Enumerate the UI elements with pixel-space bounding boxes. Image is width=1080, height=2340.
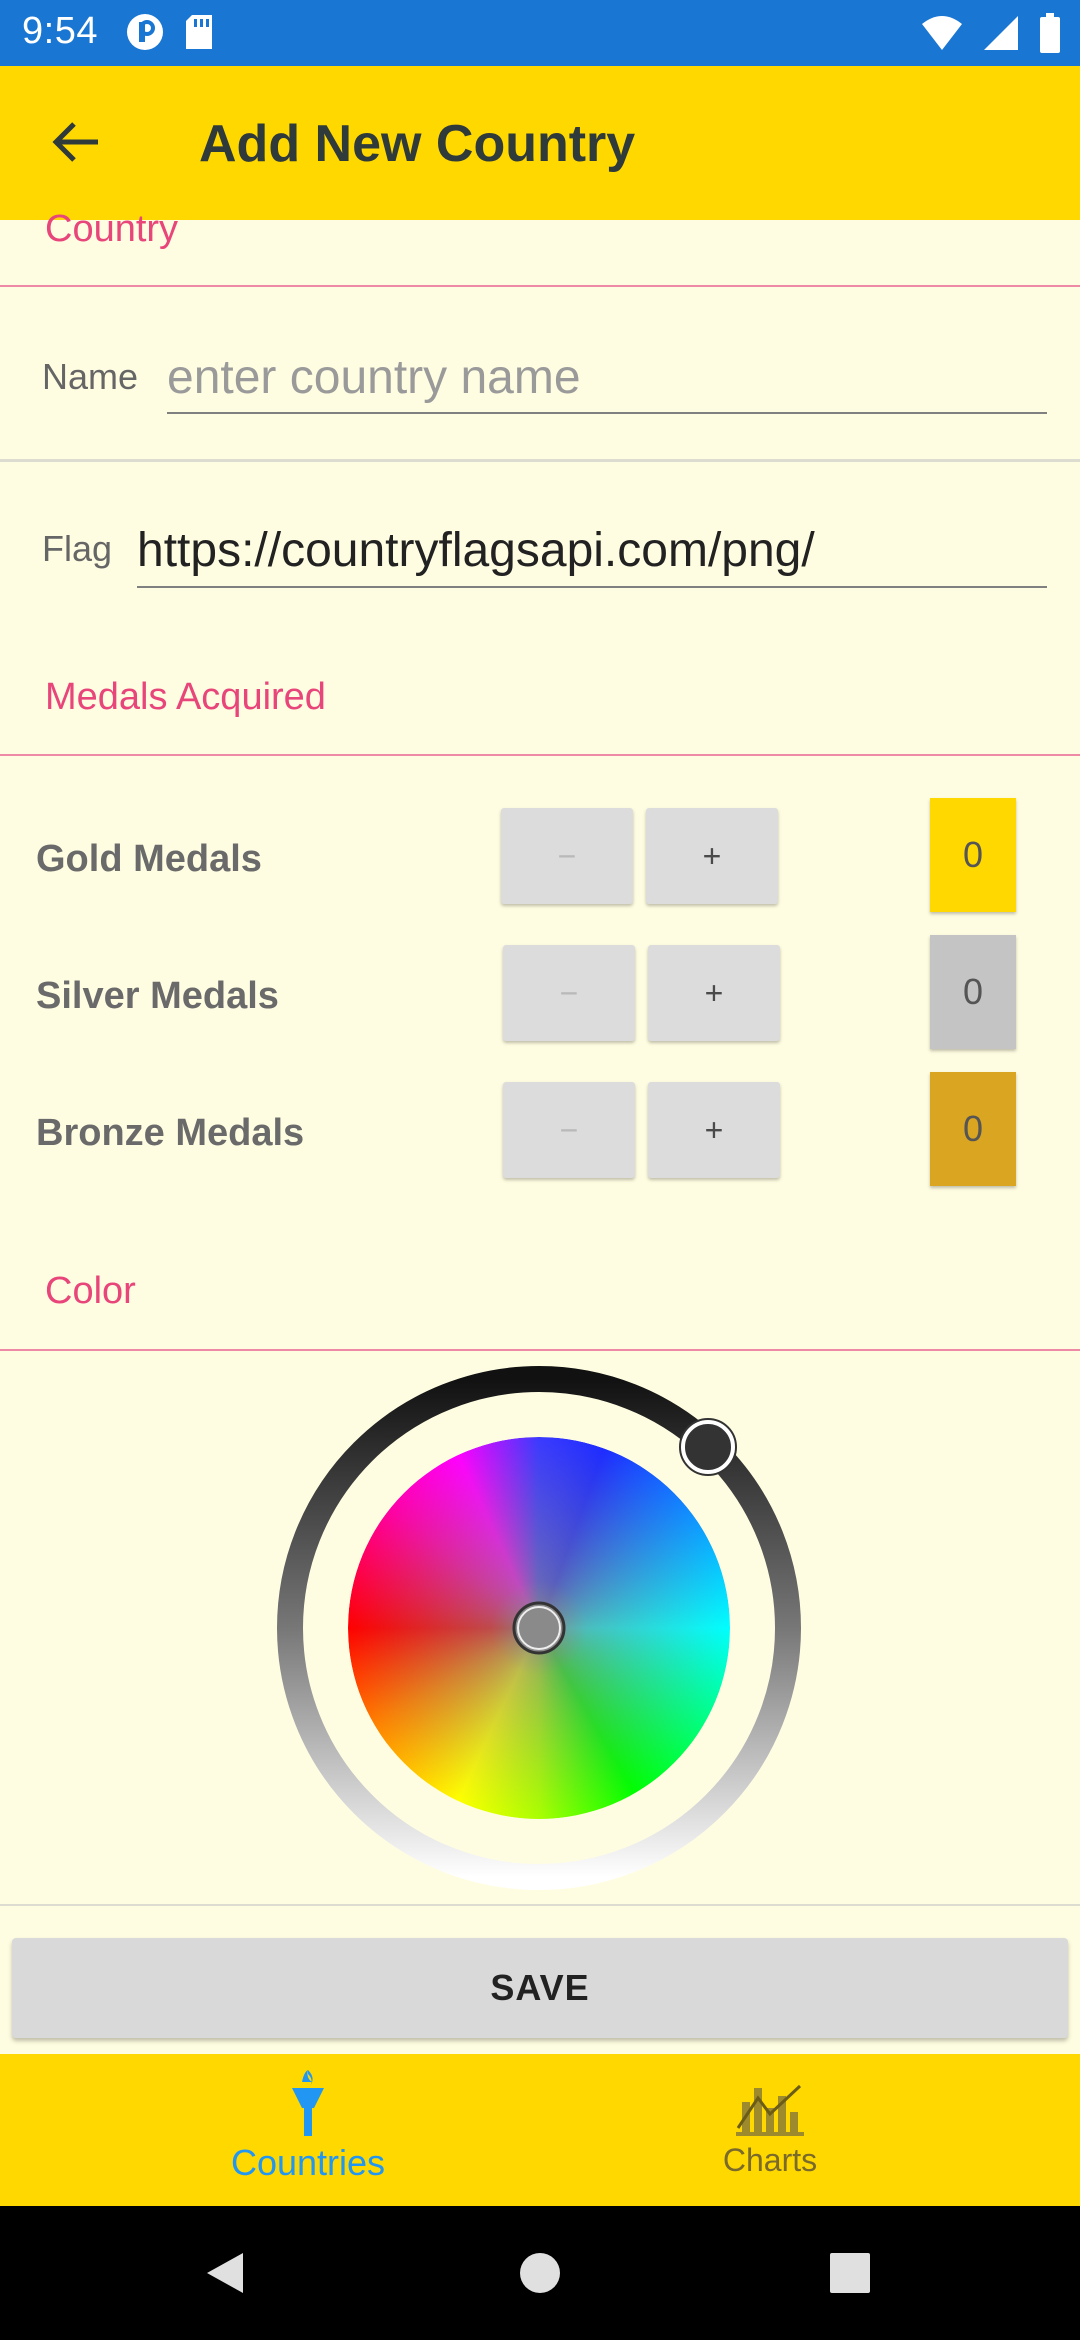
torch-icon	[292, 2070, 324, 2136]
divider	[0, 285, 1080, 287]
nav-item-charts[interactable]: Charts	[500, 2054, 1040, 2206]
divider	[0, 754, 1080, 756]
silver-medals-label: Silver Medals	[36, 975, 279, 1017]
arrow-back-icon	[52, 122, 98, 162]
app-bar: Add New Country	[0, 66, 1080, 220]
gold-medals-label: Gold Medals	[36, 838, 262, 880]
section-label-color: Color	[45, 1270, 136, 1312]
system-nav-bar	[0, 2206, 1080, 2340]
back-triangle-icon	[207, 2253, 243, 2293]
section-label-country: Country	[45, 208, 179, 250]
silver-decrement-button[interactable]: −	[503, 945, 635, 1041]
nav-label-charts: Charts	[722, 2142, 818, 2178]
divider	[0, 1349, 1080, 1351]
bronze-count: 0	[930, 1072, 1016, 1186]
bronze-increment-button[interactable]: +	[648, 1082, 780, 1178]
app-notification-icon	[127, 14, 163, 50]
section-label-medals: Medals Acquired	[45, 676, 326, 718]
nav-item-countries[interactable]: Countries	[38, 2054, 578, 2206]
nav-label-countries: Countries	[230, 2142, 386, 2183]
chart-icon	[736, 2084, 804, 2136]
status-bar: 9:54	[0, 0, 1080, 66]
signal-icon	[984, 16, 1018, 50]
wifi-icon	[922, 16, 962, 50]
silver-count: 0	[930, 935, 1016, 1049]
bottom-nav: Countries Charts	[0, 2054, 1080, 2206]
page-title: Add New Country	[199, 115, 636, 173]
name-input[interactable]	[167, 342, 1047, 414]
color-selector-handle[interactable]	[512, 1601, 566, 1655]
gold-count: 0	[930, 798, 1016, 912]
silver-increment-button[interactable]: +	[648, 945, 780, 1041]
gold-increment-button[interactable]: +	[646, 808, 778, 904]
system-recents-button[interactable]	[790, 2206, 910, 2340]
bronze-medals-label: Bronze Medals	[36, 1112, 305, 1154]
flag-url-input[interactable]	[137, 514, 1047, 588]
system-home-button[interactable]	[480, 2206, 600, 2340]
battery-icon	[1040, 13, 1060, 53]
divider	[0, 459, 1080, 462]
status-time: 9:54	[22, 10, 98, 52]
recents-square-icon	[830, 2253, 870, 2293]
color-picker[interactable]	[277, 1366, 801, 1890]
system-back-button[interactable]	[165, 2206, 285, 2340]
save-button[interactable]: SAVE	[12, 1938, 1068, 2038]
name-label: Name	[42, 356, 139, 397]
flag-label: Flag	[42, 528, 113, 569]
brightness-handle[interactable]	[681, 1420, 735, 1474]
home-circle-icon	[520, 2253, 560, 2293]
sd-card-icon	[186, 15, 212, 49]
bronze-decrement-button[interactable]: −	[503, 1082, 635, 1178]
gold-decrement-button[interactable]: −	[501, 808, 633, 904]
divider	[0, 1904, 1080, 1906]
back-button[interactable]	[36, 102, 116, 182]
